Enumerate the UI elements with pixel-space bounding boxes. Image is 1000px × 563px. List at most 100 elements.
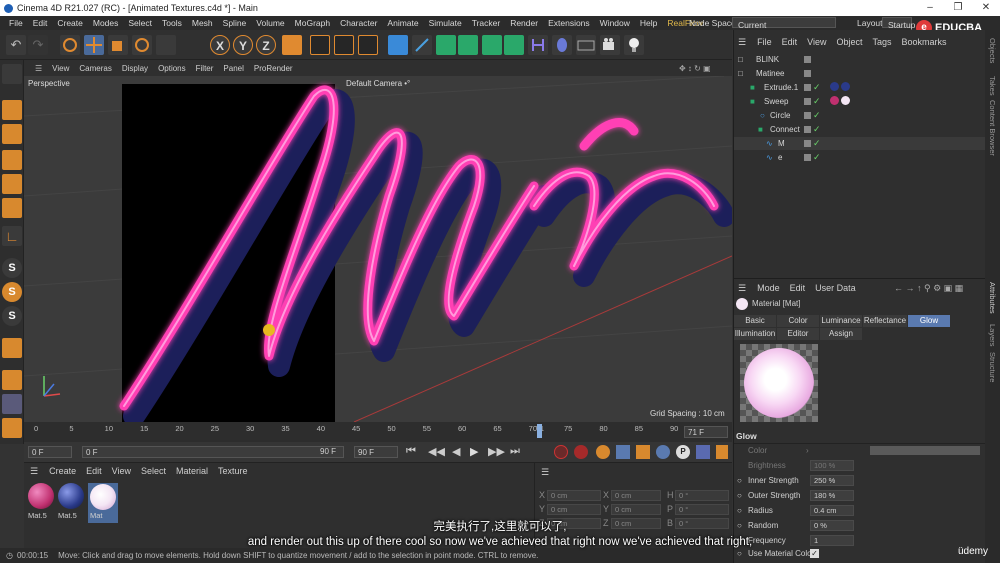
menu-modes[interactable]: Modes xyxy=(88,16,124,30)
snap-icon[interactable]: S xyxy=(2,258,22,278)
make-editable-icon[interactable] xyxy=(2,64,22,84)
object-hamburger-icon[interactable]: ☰ xyxy=(738,37,746,48)
coordinate-system-icon[interactable] xyxy=(282,35,302,55)
y-axis-icon[interactable]: Y xyxy=(233,35,253,55)
field-icon[interactable] xyxy=(552,35,572,55)
texture-mode-icon[interactable] xyxy=(2,124,22,144)
menu-simulate[interactable]: Simulate xyxy=(424,16,467,30)
timeline-window-icon[interactable] xyxy=(716,445,728,459)
next-frame-icon[interactable]: ▶▶ xyxy=(488,445,505,458)
coords-hamburger-icon[interactable]: ☰ xyxy=(541,467,549,478)
previous-frame-icon[interactable]: ◀ xyxy=(452,445,460,458)
color-swatch[interactable] xyxy=(870,446,980,455)
tab-basic[interactable]: Basic xyxy=(734,315,776,327)
render-picture-viewer-icon[interactable] xyxy=(334,35,354,55)
menu-tools[interactable]: Tools xyxy=(157,16,187,30)
object-menu-bookmarks[interactable]: Bookmarks xyxy=(897,37,952,47)
object-row-m[interactable]: ∿ M ✓ xyxy=(734,137,986,150)
tab-illumination[interactable]: Illumination xyxy=(734,328,776,340)
attribute-menu-mode[interactable]: Mode xyxy=(752,283,785,293)
viewport-menu-display[interactable]: Display xyxy=(117,64,153,73)
menu-tracker[interactable]: Tracker xyxy=(467,16,506,30)
axis-mode-icon[interactable]: ∟ xyxy=(2,226,22,246)
points-mode-icon[interactable] xyxy=(2,150,22,170)
object-row-blink[interactable]: □ BLINK xyxy=(734,53,986,66)
material-hamburger-icon[interactable]: ☰ xyxy=(30,466,38,477)
live-selection-icon[interactable] xyxy=(60,35,80,55)
attribute-menu-edit[interactable]: Edit xyxy=(785,283,811,293)
viewport-menu-options[interactable]: Options xyxy=(153,64,191,73)
material-tag-icon[interactable] xyxy=(830,82,839,91)
side-tab-objects[interactable]: Objects xyxy=(988,38,997,63)
position-y-field[interactable]: 0 cm xyxy=(547,504,601,515)
tab-editor[interactable]: Editor xyxy=(777,328,819,340)
tab-color[interactable]: Color xyxy=(777,315,819,327)
render-settings-icon[interactable] xyxy=(358,35,378,55)
autokey-icon[interactable] xyxy=(574,445,588,459)
attribute-hamburger-icon[interactable]: ☰ xyxy=(738,283,746,294)
object-menu-file[interactable]: File xyxy=(752,37,777,47)
menu-select[interactable]: Select xyxy=(123,16,157,30)
object-row-sweep[interactable]: ■ Sweep ✓ xyxy=(734,95,986,108)
size-y-field[interactable]: 0 cm xyxy=(611,504,661,515)
scale-tool-icon[interactable] xyxy=(108,35,128,55)
layout-dropdown[interactable]: Startup xyxy=(882,17,915,30)
side-tab-attributes[interactable]: Attributes xyxy=(988,282,997,314)
rotation-h-field[interactable]: 0 ° xyxy=(675,490,729,501)
menu-animate[interactable]: Animate xyxy=(382,16,423,30)
outer-strength-field[interactable]: 180 % xyxy=(810,490,854,501)
rotation-p-field[interactable]: 0 ° xyxy=(675,504,729,515)
side-tab-content-browser[interactable]: Content Browser xyxy=(988,100,997,156)
material-menu-edit[interactable]: Edit xyxy=(81,466,107,476)
viewport-menu-view[interactable]: View xyxy=(47,64,74,73)
rotate-tool-icon[interactable] xyxy=(132,35,152,55)
menu-volume[interactable]: Volume xyxy=(251,16,289,30)
material-menu-texture[interactable]: Texture xyxy=(213,466,253,476)
tab-assign[interactable]: Assign xyxy=(820,328,862,340)
menu-window[interactable]: Window xyxy=(595,16,635,30)
object-row-connect[interactable]: ■ Connect ✓ xyxy=(734,123,986,136)
visibility-dots[interactable] xyxy=(804,53,813,66)
go-to-end-icon[interactable]: ⏭ xyxy=(510,445,520,458)
solo-icon[interactable] xyxy=(2,418,22,438)
current-frame-field[interactable]: 71 F xyxy=(684,426,728,438)
pen-spline-icon[interactable] xyxy=(412,35,432,55)
material-menu-material[interactable]: Material xyxy=(171,466,213,476)
timeline-playhead[interactable] xyxy=(537,424,542,438)
object-menu-tags[interactable]: Tags xyxy=(867,37,896,47)
go-to-start-icon[interactable]: ⏮ xyxy=(406,445,416,458)
viewport-nav-icons[interactable]: ✥ ↕ ↻ ▣ xyxy=(674,64,716,73)
object-row-matinee[interactable]: □ Matinee xyxy=(734,67,986,80)
workplane-snap-icon[interactable]: S xyxy=(2,306,22,326)
keyframe-selection-icon[interactable] xyxy=(596,445,610,459)
param-radio[interactable]: ○ xyxy=(737,488,742,503)
object-row-extrude[interactable]: ■ Extrude.1 ✓ xyxy=(734,81,986,94)
recent-tools-icon[interactable] xyxy=(156,35,176,55)
subdivision-surface-icon[interactable] xyxy=(436,35,456,55)
tab-glow[interactable]: Glow xyxy=(908,315,950,327)
side-tab-takes[interactable]: Takes xyxy=(988,76,997,96)
position-key-icon[interactable] xyxy=(616,445,630,459)
brightness-field[interactable]: 100 % xyxy=(810,460,854,471)
attribute-nav-icons[interactable]: ← → ↑ ⚲ ⚙ ▣ ▦ xyxy=(894,283,963,294)
redo-icon[interactable]: ↷ xyxy=(28,35,48,55)
side-tab-layers[interactable]: Layers xyxy=(988,324,997,347)
rotation-key-icon[interactable] xyxy=(656,445,670,459)
object-menu-object[interactable]: Object xyxy=(831,37,867,47)
tab-reflectance[interactable]: Reflectance xyxy=(863,315,907,327)
object-row-circle[interactable]: ○ Circle ✓ xyxy=(734,109,986,122)
undo-icon[interactable]: ↶ xyxy=(6,35,26,55)
visibility-dots[interactable]: ✓ xyxy=(804,123,821,136)
inner-strength-field[interactable]: 250 % xyxy=(810,475,854,486)
use-material-color-checkbox[interactable]: ✓ xyxy=(810,549,819,558)
render-view-icon[interactable] xyxy=(310,35,330,55)
scale-key-icon[interactable] xyxy=(636,445,650,459)
menu-character[interactable]: Character xyxy=(335,16,382,30)
menu-help[interactable]: Help xyxy=(635,16,662,30)
deformer-icon[interactable] xyxy=(528,35,548,55)
param-radio[interactable]: ○ xyxy=(737,473,742,488)
material-preview[interactable] xyxy=(740,344,818,422)
menu-render[interactable]: Render xyxy=(505,16,543,30)
floor-icon[interactable] xyxy=(576,35,596,55)
viewport-menu-cameras[interactable]: Cameras xyxy=(74,64,116,73)
